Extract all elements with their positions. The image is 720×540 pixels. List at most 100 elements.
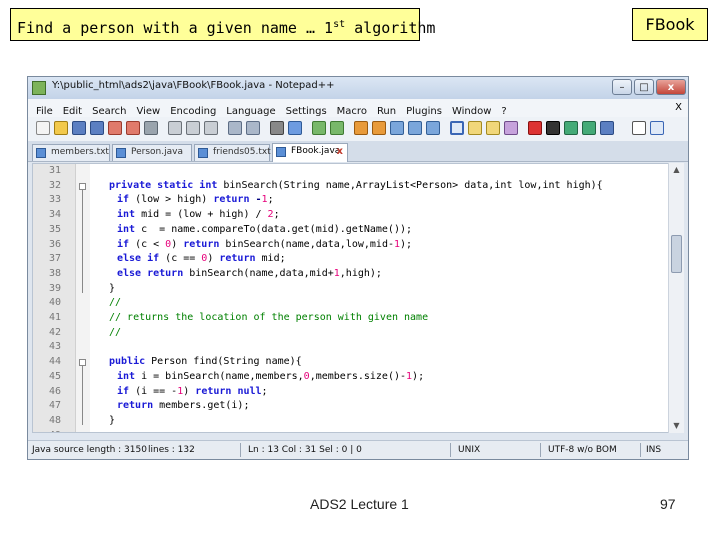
close-button[interactable]: x bbox=[656, 79, 686, 95]
line-number: 34 bbox=[48, 209, 61, 221]
code-line[interactable]: 48} bbox=[33, 414, 669, 429]
close-file-icon[interactable] bbox=[108, 121, 122, 135]
code-line[interactable]: 41 // returns the location of the person … bbox=[33, 311, 669, 326]
code-token: // bbox=[109, 326, 122, 338]
slide-footer: ADS2 Lecture 1 bbox=[310, 496, 409, 512]
code-token: ) bbox=[207, 253, 220, 265]
tab-fbook-java[interactable]: FBook.java x bbox=[272, 143, 348, 162]
close-document-icon[interactable]: X bbox=[675, 99, 682, 117]
code-token: members.get(i); bbox=[159, 400, 250, 412]
line-number: 46 bbox=[48, 385, 61, 397]
line-number: 39 bbox=[48, 282, 61, 294]
tab-person-java[interactable]: Person.java bbox=[112, 144, 192, 161]
folder-workspace-icon[interactable] bbox=[486, 121, 500, 135]
scroll-down-icon[interactable]: ▼ bbox=[669, 419, 684, 433]
slide-title-superscript: st bbox=[333, 19, 346, 30]
redo-icon[interactable] bbox=[246, 121, 260, 135]
open-file-icon[interactable] bbox=[54, 121, 68, 135]
window-titlebar[interactable]: Y:\public_html\ads2\java\FBook\FBook.jav… bbox=[28, 77, 688, 99]
code-line[interactable]: 45 int i = binSearch(name,members,0,membe… bbox=[33, 370, 669, 385]
code-token: binSearch(String name,ArrayList<Person> … bbox=[223, 179, 603, 191]
line-number: 41 bbox=[48, 312, 61, 323]
print-icon[interactable] bbox=[144, 121, 158, 135]
menu-bar: File Edit Search View Encoding Language Settin… bbox=[28, 99, 688, 118]
code-line[interactable]: 40 // bbox=[33, 296, 669, 311]
function-list-icon[interactable] bbox=[468, 121, 482, 135]
close-all-icon[interactable] bbox=[126, 121, 140, 135]
code-token: ); bbox=[412, 370, 425, 382]
run-macro-multiple-icon[interactable] bbox=[582, 121, 596, 135]
save-icon[interactable] bbox=[72, 121, 86, 135]
code-token: else return bbox=[117, 267, 190, 279]
code-line[interactable]: 47 return members.get(i); bbox=[33, 399, 669, 414]
new-file-icon[interactable] bbox=[36, 121, 50, 135]
tab-close-icon[interactable]: x bbox=[337, 144, 343, 159]
code-text: // bbox=[109, 296, 121, 311]
zoom-out-icon[interactable] bbox=[330, 121, 344, 135]
save-all-icon[interactable] bbox=[90, 121, 104, 135]
maximize-button[interactable]: □ bbox=[634, 79, 654, 95]
code-line[interactable]: 32 private static int binSearch(String na… bbox=[33, 179, 669, 194]
tab-friends05-txt[interactable]: friends05.txt bbox=[194, 144, 271, 161]
line-number: 35 bbox=[48, 223, 61, 235]
sync-vertical-icon[interactable] bbox=[354, 121, 368, 135]
find-icon[interactable] bbox=[270, 121, 284, 135]
code-line[interactable]: 31 bbox=[33, 164, 669, 179]
extra-tool-icon[interactable] bbox=[650, 121, 664, 135]
code-line[interactable]: 46 if (i == -1) return null; bbox=[33, 385, 669, 400]
code-line[interactable]: 37 else if (c == 0) return mid; bbox=[33, 252, 669, 267]
code-token: binSearch(name,data,mid+ bbox=[189, 267, 334, 279]
file-icon bbox=[198, 148, 208, 158]
code-editor[interactable]: 31 32 private static int binSearch(String … bbox=[32, 163, 670, 433]
code-line[interactable]: 43 bbox=[33, 340, 669, 355]
zoom-in-icon[interactable] bbox=[312, 121, 326, 135]
replace-icon[interactable] bbox=[288, 121, 302, 135]
stop-macro-icon[interactable] bbox=[546, 121, 560, 135]
code-text: public Person find(String name){ bbox=[109, 355, 302, 370]
code-token: ); bbox=[400, 238, 413, 250]
code-text: // bbox=[109, 326, 121, 341]
document-map-icon[interactable] bbox=[450, 121, 464, 135]
code-line[interactable]: 44 public Person find(String name){ bbox=[33, 355, 669, 370]
scroll-up-icon[interactable]: ▲ bbox=[669, 163, 684, 177]
save-macro-icon[interactable] bbox=[600, 121, 614, 135]
code-token: } bbox=[109, 414, 116, 426]
play-macro-icon[interactable] bbox=[564, 121, 578, 135]
fold-toggle-icon[interactable] bbox=[79, 182, 86, 190]
tab-members-txt[interactable]: members.txt bbox=[32, 144, 110, 161]
spell-check-icon[interactable] bbox=[632, 121, 646, 135]
sync-horizontal-icon[interactable] bbox=[372, 121, 386, 135]
status-separator bbox=[240, 443, 241, 457]
line-number: 33 bbox=[48, 194, 61, 206]
code-line[interactable]: 49 bbox=[33, 429, 669, 432]
code-line[interactable]: 34 int mid = (low + high) / 2; bbox=[33, 208, 669, 223]
paste-icon[interactable] bbox=[204, 121, 218, 135]
slide-tag: FBook bbox=[632, 8, 708, 41]
fold-toggle-icon[interactable] bbox=[79, 359, 86, 367]
monitoring-icon[interactable] bbox=[504, 121, 518, 135]
code-line[interactable]: 38 else return binSearch(name,data,mid+1,… bbox=[33, 267, 669, 282]
line-number: 32 bbox=[48, 179, 61, 191]
record-macro-icon[interactable] bbox=[528, 121, 542, 135]
code-line[interactable]: 39} bbox=[33, 282, 669, 297]
status-cursor-position: Ln : 13 Col : 31 Sel : 0 | 0 bbox=[248, 445, 362, 455]
line-number: 48 bbox=[48, 414, 61, 426]
show-all-chars-icon[interactable] bbox=[408, 121, 422, 135]
code-line[interactable]: 36 if (c < 0) return binSearch(name,data,… bbox=[33, 238, 669, 253]
cut-icon[interactable] bbox=[168, 121, 182, 135]
word-wrap-icon[interactable] bbox=[390, 121, 404, 135]
code-line[interactable]: 33 if (low > high) return -1; bbox=[33, 193, 669, 208]
minimize-button[interactable]: – bbox=[612, 79, 632, 95]
indent-guide-icon[interactable] bbox=[426, 121, 440, 135]
code-line[interactable]: 42 // bbox=[33, 326, 669, 341]
vertical-scrollbar[interactable]: ▲ ▼ bbox=[668, 163, 684, 433]
code-line[interactable]: 35 int c = name.compareTo(data.get(mid).g… bbox=[33, 223, 669, 238]
code-text: int c = name.compareTo(data.get(mid).get… bbox=[117, 223, 412, 238]
undo-icon[interactable] bbox=[228, 121, 242, 135]
scroll-thumb[interactable] bbox=[671, 235, 682, 273]
window-title: Y:\public_html\ads2\java\FBook\FBook.jav… bbox=[52, 80, 335, 91]
copy-icon[interactable] bbox=[186, 121, 200, 135]
status-source-length: Java source length : 3150 bbox=[32, 445, 147, 455]
code-token: ; bbox=[267, 194, 274, 206]
status-line-count: lines : 132 bbox=[148, 445, 195, 455]
